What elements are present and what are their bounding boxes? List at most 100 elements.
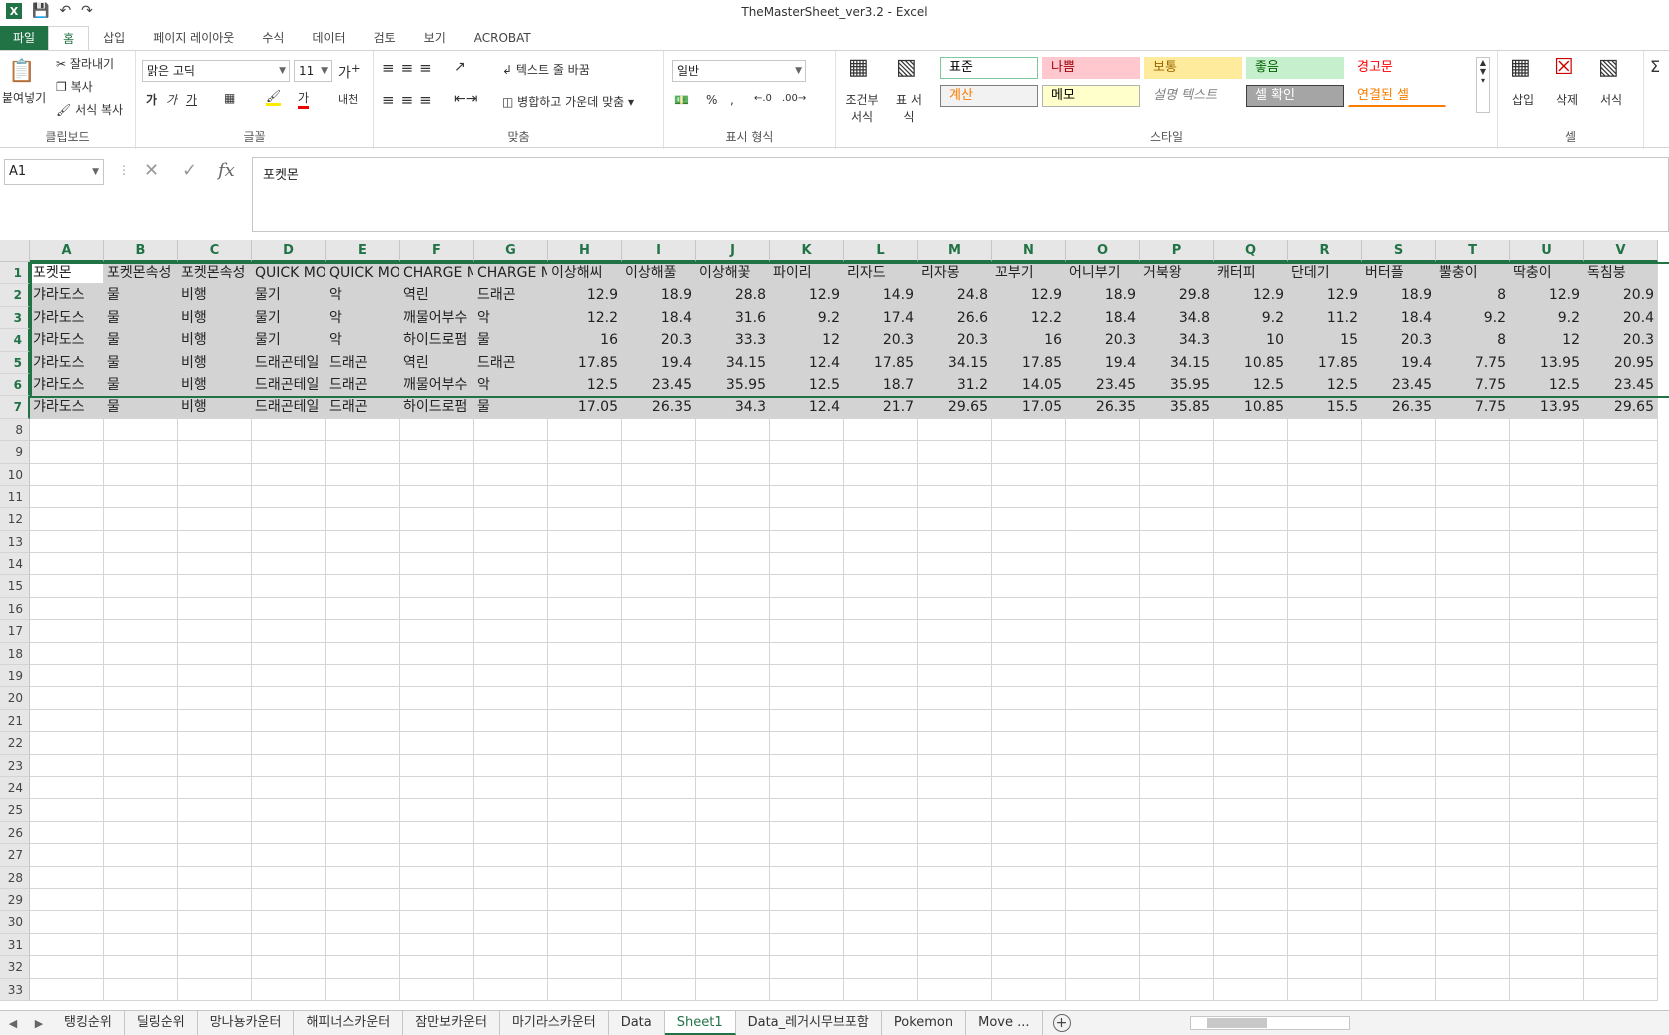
cell[interactable]: 23.45 — [1362, 373, 1436, 397]
cell[interactable] — [400, 754, 474, 777]
cell[interactable] — [326, 888, 400, 912]
cell[interactable] — [1584, 665, 1658, 688]
cell[interactable] — [474, 508, 548, 531]
cell[interactable] — [400, 687, 474, 710]
cell[interactable] — [1288, 956, 1362, 979]
cell[interactable]: 12.5 — [1288, 373, 1362, 397]
cell[interactable] — [400, 709, 474, 733]
cell[interactable] — [1510, 911, 1584, 934]
cell[interactable]: 12.5 — [548, 373, 622, 397]
cell[interactable] — [1436, 418, 1510, 442]
cell[interactable]: 12.9 — [1214, 284, 1288, 307]
cell[interactable] — [252, 821, 326, 845]
cell[interactable] — [252, 933, 326, 957]
cell[interactable] — [1140, 888, 1214, 912]
cell[interactable] — [696, 553, 770, 576]
cell[interactable] — [400, 665, 474, 688]
cell[interactable] — [696, 844, 770, 867]
sheet-tab[interactable]: Sheet1 — [664, 1011, 736, 1035]
cell[interactable] — [1140, 978, 1214, 1001]
cell[interactable]: 포켓몬속성 — [178, 262, 252, 285]
cell[interactable] — [1584, 978, 1658, 1001]
tab-1[interactable]: 홈 — [48, 26, 90, 50]
cell[interactable] — [1066, 530, 1140, 554]
cell[interactable]: 20.4 — [1584, 306, 1658, 330]
cell[interactable] — [1066, 597, 1140, 621]
cell-style-7[interactable]: 설명 텍스트 — [1144, 85, 1242, 107]
cell[interactable] — [1436, 642, 1510, 666]
cell[interactable] — [770, 530, 844, 554]
column-header[interactable]: S — [1362, 240, 1436, 262]
cell[interactable] — [696, 978, 770, 1001]
cell[interactable]: 26.35 — [1066, 396, 1140, 419]
cell[interactable] — [30, 485, 104, 509]
enter-icon[interactable]: ✓ — [182, 160, 197, 181]
cell[interactable] — [622, 776, 696, 800]
cell[interactable]: 리자몽 — [918, 262, 992, 285]
cell[interactable] — [992, 665, 1066, 688]
cell[interactable] — [1362, 553, 1436, 576]
cell[interactable]: 12.9 — [1510, 284, 1584, 307]
delete-cells-icon[interactable]: ☒ — [1554, 55, 1574, 80]
cell[interactable] — [30, 754, 104, 777]
insert-function-icon[interactable]: fx — [218, 160, 235, 181]
sheet-tab[interactable]: 망나뇽카운터 — [198, 1011, 295, 1035]
cell[interactable] — [918, 642, 992, 666]
row-header[interactable]: 25 — [0, 799, 30, 822]
cell[interactable] — [400, 441, 474, 464]
cell[interactable] — [1584, 687, 1658, 710]
cell[interactable] — [548, 888, 622, 912]
cell[interactable]: 10.85 — [1214, 396, 1288, 419]
cell[interactable] — [1214, 933, 1288, 957]
cell[interactable] — [1510, 665, 1584, 688]
cell[interactable]: 7.75 — [1436, 396, 1510, 419]
tab-5[interactable]: 데이터 — [298, 26, 359, 50]
bold-button[interactable]: 가 — [146, 91, 157, 108]
cell[interactable] — [1584, 463, 1658, 486]
cell[interactable] — [1066, 665, 1140, 688]
row-header[interactable]: 29 — [0, 888, 30, 912]
cell[interactable] — [548, 687, 622, 710]
cell[interactable] — [696, 911, 770, 934]
cell[interactable] — [1584, 956, 1658, 979]
cell[interactable] — [178, 687, 252, 710]
cell[interactable] — [696, 956, 770, 979]
cell[interactable] — [178, 418, 252, 442]
cell[interactable]: 12.9 — [770, 284, 844, 307]
cell[interactable] — [1214, 642, 1288, 666]
cell[interactable] — [548, 776, 622, 800]
cell[interactable] — [1066, 553, 1140, 576]
cell[interactable] — [696, 821, 770, 845]
cell[interactable] — [400, 485, 474, 509]
cell[interactable]: CHARGE M — [400, 262, 474, 285]
column-header[interactable]: B — [104, 240, 178, 262]
cell[interactable] — [104, 732, 178, 755]
cell[interactable] — [1510, 956, 1584, 979]
cell[interactable] — [104, 463, 178, 486]
cell[interactable] — [1510, 709, 1584, 733]
cell[interactable] — [622, 463, 696, 486]
row-header[interactable]: 6 — [0, 373, 30, 397]
cell[interactable] — [696, 418, 770, 442]
column-header[interactable]: E — [326, 240, 400, 262]
cell[interactable]: 물 — [474, 329, 548, 352]
cell[interactable] — [992, 508, 1066, 531]
cell[interactable] — [1140, 620, 1214, 643]
row-header[interactable]: 22 — [0, 732, 30, 755]
cell[interactable]: 18.9 — [1066, 284, 1140, 307]
cell[interactable] — [1362, 597, 1436, 621]
cell[interactable] — [1362, 933, 1436, 957]
row-header[interactable]: 10 — [0, 463, 30, 486]
cell[interactable] — [696, 620, 770, 643]
column-header[interactable]: K — [770, 240, 844, 262]
cell[interactable] — [178, 799, 252, 822]
cell[interactable] — [1362, 530, 1436, 554]
cell[interactable]: 악 — [326, 306, 400, 330]
cell[interactable] — [1436, 575, 1510, 598]
cell[interactable] — [844, 866, 918, 889]
cell[interactable]: 31.6 — [696, 306, 770, 330]
cell[interactable] — [178, 508, 252, 531]
sheet-tab[interactable]: 딜링순위 — [125, 1011, 198, 1035]
cell[interactable] — [1288, 508, 1362, 531]
cell[interactable] — [770, 956, 844, 979]
